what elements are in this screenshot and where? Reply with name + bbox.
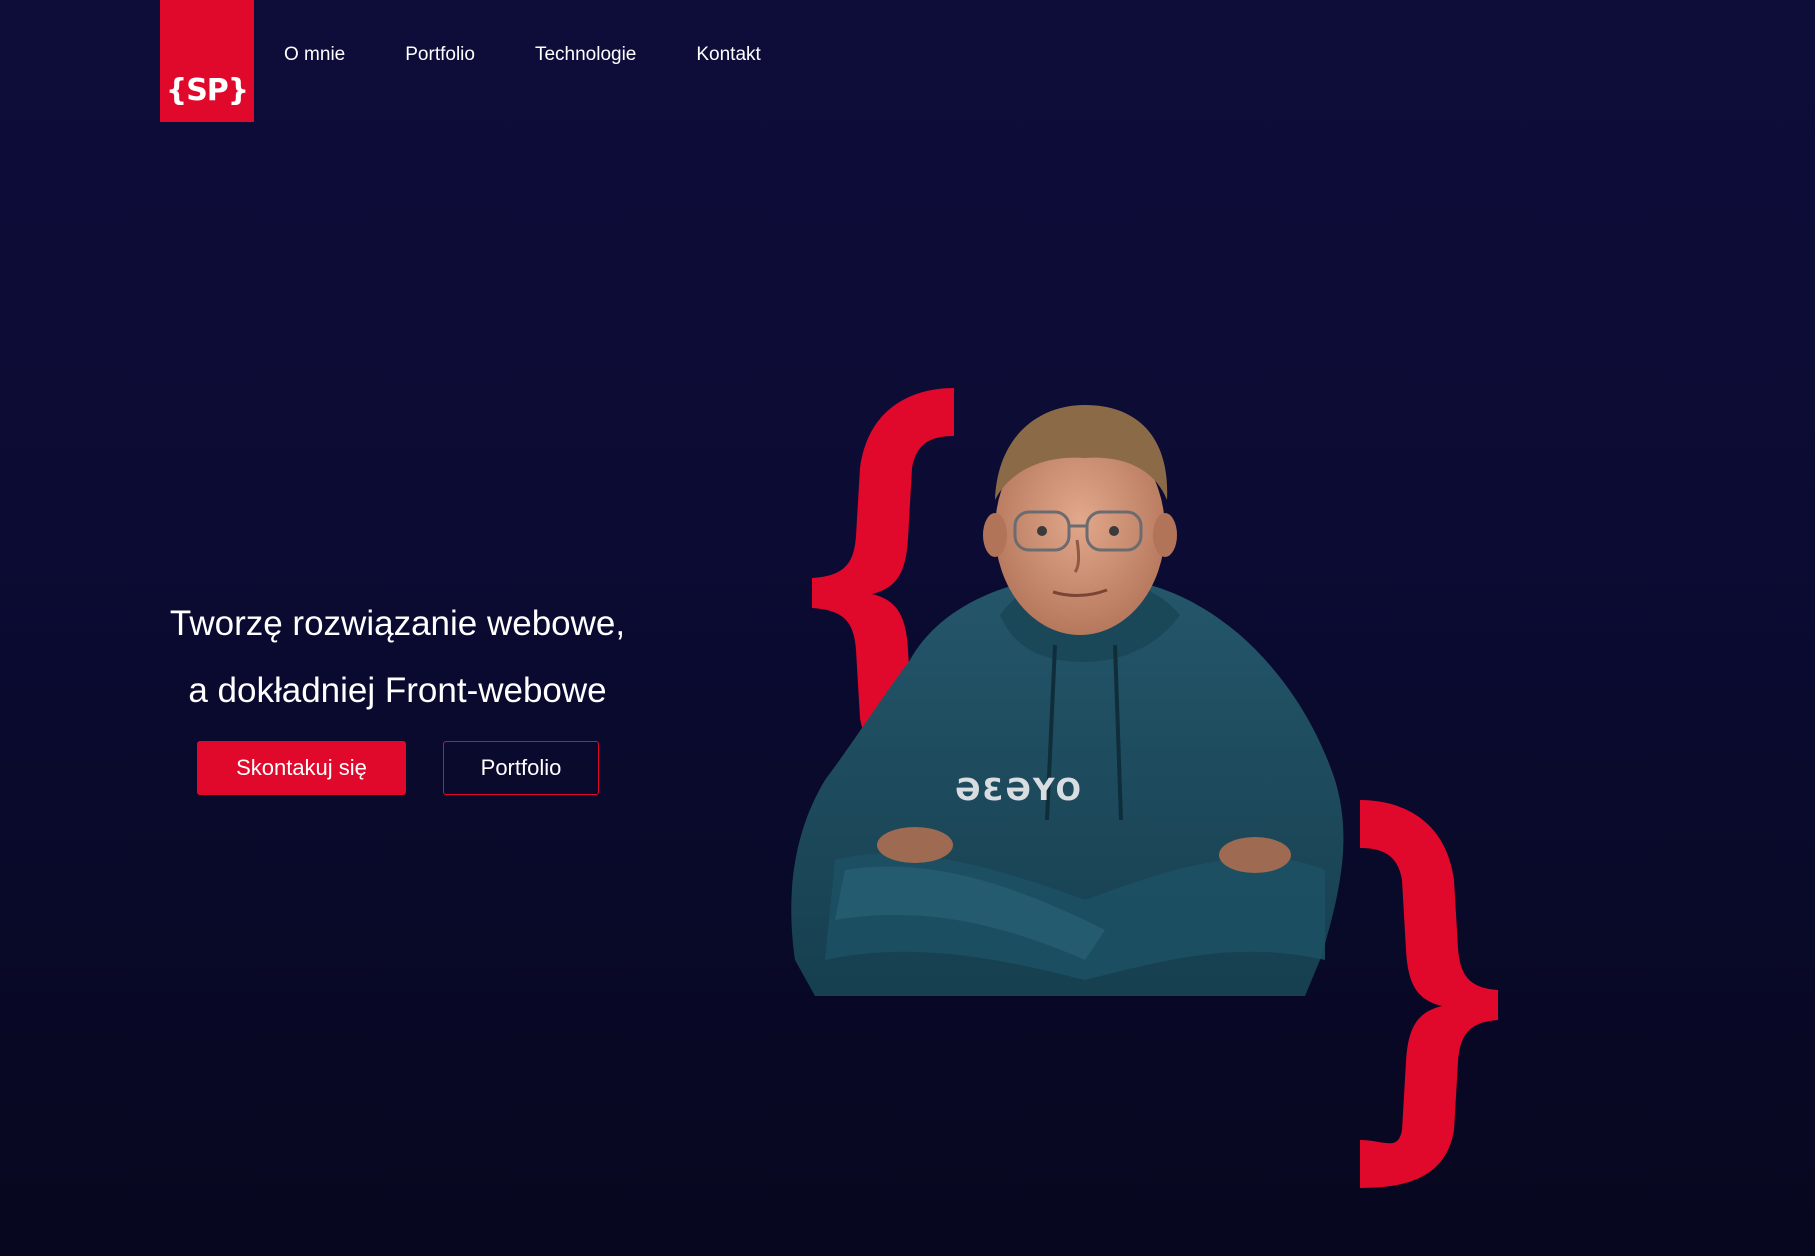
hero-line-1: Tworzę rozwiązanie webowe, — [169, 604, 626, 643]
site-logo[interactable]: {SP} — [160, 0, 254, 122]
hero-buttons: Skontakuj się Portfolio — [197, 741, 599, 795]
hoodie-logo-text: ƏƐƏYO — [955, 773, 1083, 808]
portfolio-button[interactable]: Portfolio — [443, 741, 599, 795]
hero-line-2: a dokładniej Front-webowe — [188, 671, 607, 710]
main-nav: O mnie Portfolio Technologie Kontakt — [284, 44, 821, 66]
logo-text: {SP} — [165, 73, 249, 108]
nav-item-technologies[interactable]: Technologie — [535, 44, 636, 66]
nav-item-about[interactable]: O mnie — [284, 44, 345, 66]
hero-heading: Tworzę rozwiązanie webowe, a dokładniej … — [140, 590, 655, 724]
profile-photo: ƏƐƏYO — [791, 405, 1344, 996]
contact-button[interactable]: Skontakuj się — [197, 741, 406, 795]
nav-item-contact[interactable]: Kontakt — [696, 44, 760, 66]
nav-item-portfolio[interactable]: Portfolio — [405, 44, 475, 66]
close-curly-brace-icon — [1360, 800, 1498, 1188]
